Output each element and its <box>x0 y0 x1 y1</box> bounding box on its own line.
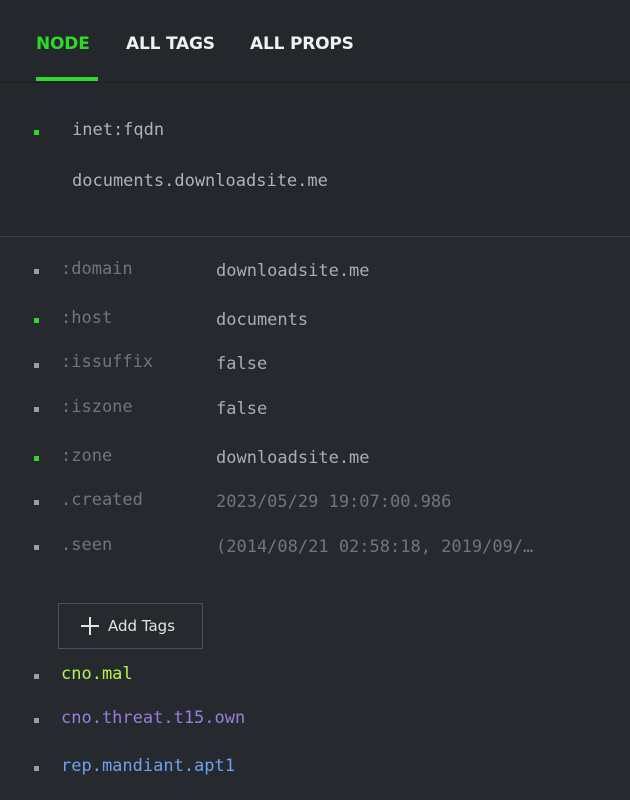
prop-bullet-seen <box>34 545 39 550</box>
tag-rep-mandiant-apt1[interactable]: rep.mandiant.apt1 <box>61 756 235 776</box>
prop-value-host[interactable]: documents <box>216 310 308 330</box>
node-details-panel: NODE ALL TAGS ALL PROPS inet:fqdn docume… <box>0 0 630 800</box>
add-tags-label: Add Tags <box>108 617 176 635</box>
node-form-bullet <box>34 130 39 135</box>
prop-bullet-host <box>34 318 39 323</box>
prop-bullet-issuffix <box>34 363 39 368</box>
prop-bullet-domain <box>34 269 39 274</box>
tag-bullet-rep-mandiant <box>34 766 39 771</box>
tag-bullet-cno-threat <box>34 718 39 723</box>
prop-name-seen: .seen <box>61 535 113 555</box>
prop-name-domain: :domain <box>61 259 133 279</box>
tab-node[interactable]: NODE <box>36 34 90 54</box>
active-tab-indicator <box>36 77 98 81</box>
plus-icon <box>81 617 99 635</box>
prop-value-zone[interactable]: downloadsite.me <box>216 448 370 468</box>
tab-bar: NODE ALL TAGS ALL PROPS <box>0 0 630 83</box>
tab-all-props[interactable]: ALL PROPS <box>250 34 354 54</box>
tag-cno-threat-t15-own[interactable]: cno.threat.t15.own <box>61 708 245 728</box>
prop-name-created: .created <box>61 490 143 510</box>
prop-value-iszone[interactable]: false <box>216 399 267 419</box>
node-form: inet:fqdn <box>72 120 165 140</box>
prop-bullet-created <box>34 500 39 505</box>
node-primary-value: documents.downloadsite.me <box>72 171 328 191</box>
prop-name-host: :host <box>61 308 113 328</box>
tag-cno-mal[interactable]: cno.mal <box>61 664 133 684</box>
tag-bullet-cno-mal <box>34 674 39 679</box>
prop-value-domain[interactable]: downloadsite.me <box>216 261 370 281</box>
prop-name-issuffix: :issuffix <box>61 352 154 372</box>
prop-bullet-iszone <box>34 407 39 412</box>
prop-bullet-zone <box>34 456 39 461</box>
tab-all-tags[interactable]: ALL TAGS <box>126 34 215 54</box>
prop-name-zone: :zone <box>61 446 113 466</box>
prop-value-seen[interactable]: (2014/08/21 02:58:18, 2019/09/… <box>216 537 533 557</box>
prop-value-created[interactable]: 2023/05/29 19:07:00.986 <box>216 492 451 512</box>
prop-name-iszone: :iszone <box>61 397 133 417</box>
add-tags-button[interactable]: Add Tags <box>58 603 203 649</box>
node-header: inet:fqdn documents.downloadsite.me <box>0 83 630 237</box>
prop-value-issuffix[interactable]: false <box>216 354 267 374</box>
